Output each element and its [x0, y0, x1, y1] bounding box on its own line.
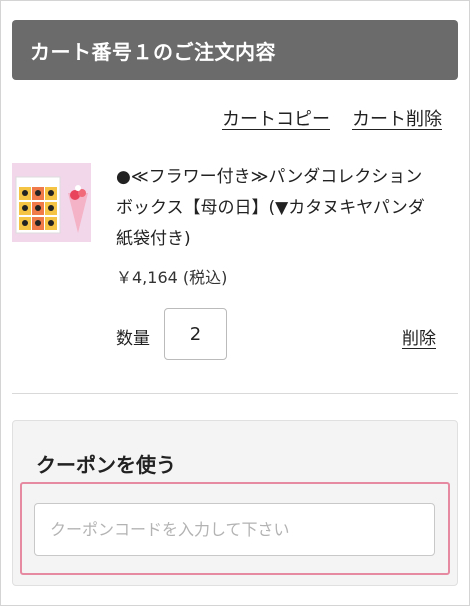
coupon-title: クーポンを使う: [36, 453, 176, 477]
delete-item-link[interactable]: 削除: [402, 324, 436, 349]
coupon-code-input[interactable]: [34, 503, 435, 556]
quantity-label: 数量: [116, 329, 150, 349]
product-name[interactable]: ●≪フラワー付き≫パンダコレクションボックス【母の日】(▼カタヌキヤパンダ紙袋付…: [116, 162, 434, 255]
product-box-illustration: [12, 163, 91, 242]
cart-header: カート番号１のご注文内容: [12, 20, 458, 80]
copy-cart-link[interactable]: カートコピー: [222, 105, 330, 131]
cart-title: カート番号１のご注文内容: [30, 39, 276, 64]
section-divider: [12, 393, 458, 394]
cart-actions: カートコピー カート削除: [222, 105, 442, 131]
delete-cart-link[interactable]: カート削除: [352, 105, 442, 131]
quantity-input[interactable]: 2: [164, 308, 227, 360]
product-price: ￥4,164 (税込): [116, 268, 228, 287]
product-image[interactable]: [12, 163, 91, 242]
